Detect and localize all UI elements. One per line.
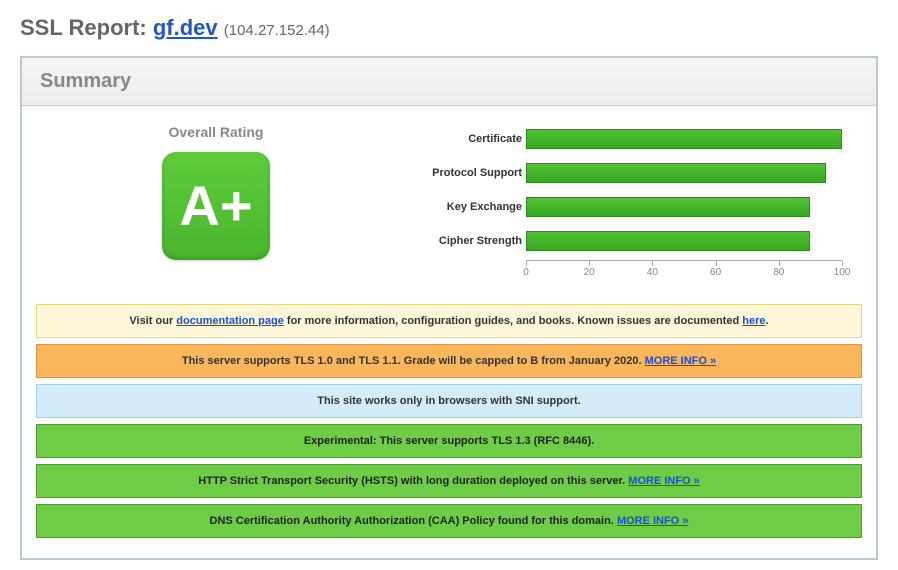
page-title: SSL Report: gf.dev (104.27.152.44) — [20, 15, 878, 41]
banner-text: DNS Certification Authority Authorizatio… — [210, 515, 617, 527]
rating-label: Overall Rating — [36, 124, 396, 140]
chart-row: Protocol Support — [526, 158, 842, 188]
score-bar-chart: Certificate Protocol Support Key Exchange C… — [396, 124, 842, 256]
bar-track — [526, 129, 842, 149]
chart-row-label: Protocol Support — [396, 167, 522, 179]
banner-text: This server supports TLS 1.0 and TLS 1.1… — [182, 355, 645, 367]
chart-row-label: Cipher Strength — [396, 235, 522, 247]
axis-tick-label: 60 — [710, 267, 721, 278]
chart-row: Key Exchange — [526, 192, 842, 222]
axis-tick — [652, 261, 653, 266]
chart-row-label: Key Exchange — [396, 201, 522, 213]
bar-track — [526, 163, 842, 183]
summary-top-row: Overall Rating A+ Certificate Protocol Su… — [36, 124, 862, 280]
axis-tick — [842, 261, 843, 266]
info-banner: DNS Certification Authority Authorizatio… — [36, 504, 862, 538]
banner-text: for more information, configuration guid… — [284, 315, 742, 327]
axis-tick-label: 80 — [773, 267, 784, 278]
chart-axis-wrap: 020406080100 — [396, 260, 842, 280]
info-banner: This server supports TLS 1.0 and TLS 1.1… — [36, 344, 862, 378]
banner-link[interactable]: MORE INFO » — [617, 515, 689, 527]
rating-column: Overall Rating A+ — [36, 124, 396, 260]
info-banner: HTTP Strict Transport Security (HSTS) wi… — [36, 464, 862, 498]
axis-tick — [526, 261, 527, 266]
title-ip: (104.27.152.44) — [224, 22, 330, 39]
chart-row: Cipher Strength — [526, 226, 842, 256]
banner-link[interactable]: MORE INFO » — [628, 475, 700, 487]
banner-link[interactable]: here — [742, 315, 765, 327]
bar-fill — [526, 197, 810, 217]
bar-fill — [526, 129, 842, 149]
summary-header: Summary — [22, 58, 876, 106]
summary-panel: Summary Overall Rating A+ Certificate Pro… — [20, 56, 878, 560]
chart-row-label: Certificate — [396, 133, 522, 145]
bar-fill — [526, 231, 810, 251]
banner-link[interactable]: MORE INFO » — [645, 355, 717, 367]
info-banner: This site works only in browsers with SN… — [36, 384, 862, 418]
axis-tick — [779, 261, 780, 266]
bar-fill — [526, 163, 826, 183]
info-banner: Experimental: This server supports TLS 1… — [36, 424, 862, 458]
banner-text: HTTP Strict Transport Security (HSTS) wi… — [198, 475, 628, 487]
grade-badge: A+ — [162, 152, 270, 260]
bar-track — [526, 197, 842, 217]
banner-text: This site works only in browsers with SN… — [317, 395, 580, 407]
chart-column: Certificate Protocol Support Key Exchange C… — [396, 124, 862, 280]
chart-row: Certificate — [526, 124, 842, 154]
axis-tick-label: 20 — [584, 267, 595, 278]
axis-tick — [716, 261, 717, 266]
banner-list: Visit our documentation page for more in… — [36, 304, 862, 538]
axis-tick-label: 40 — [647, 267, 658, 278]
banner-text: Visit our — [129, 315, 176, 327]
banner-text: Experimental: This server supports TLS 1… — [304, 435, 594, 447]
title-prefix: SSL Report: — [20, 15, 153, 40]
bar-track — [526, 231, 842, 251]
axis-tick — [589, 261, 590, 266]
axis-tick-label: 0 — [523, 267, 529, 278]
banner-text: . — [766, 315, 769, 327]
axis-tick-label: 100 — [834, 267, 851, 278]
banner-link[interactable]: documentation page — [176, 315, 284, 327]
domain-link[interactable]: gf.dev — [153, 15, 218, 40]
info-banner: Visit our documentation page for more in… — [36, 304, 862, 338]
chart-axis: 020406080100 — [526, 260, 842, 280]
summary-body: Overall Rating A+ Certificate Protocol Su… — [22, 106, 876, 558]
